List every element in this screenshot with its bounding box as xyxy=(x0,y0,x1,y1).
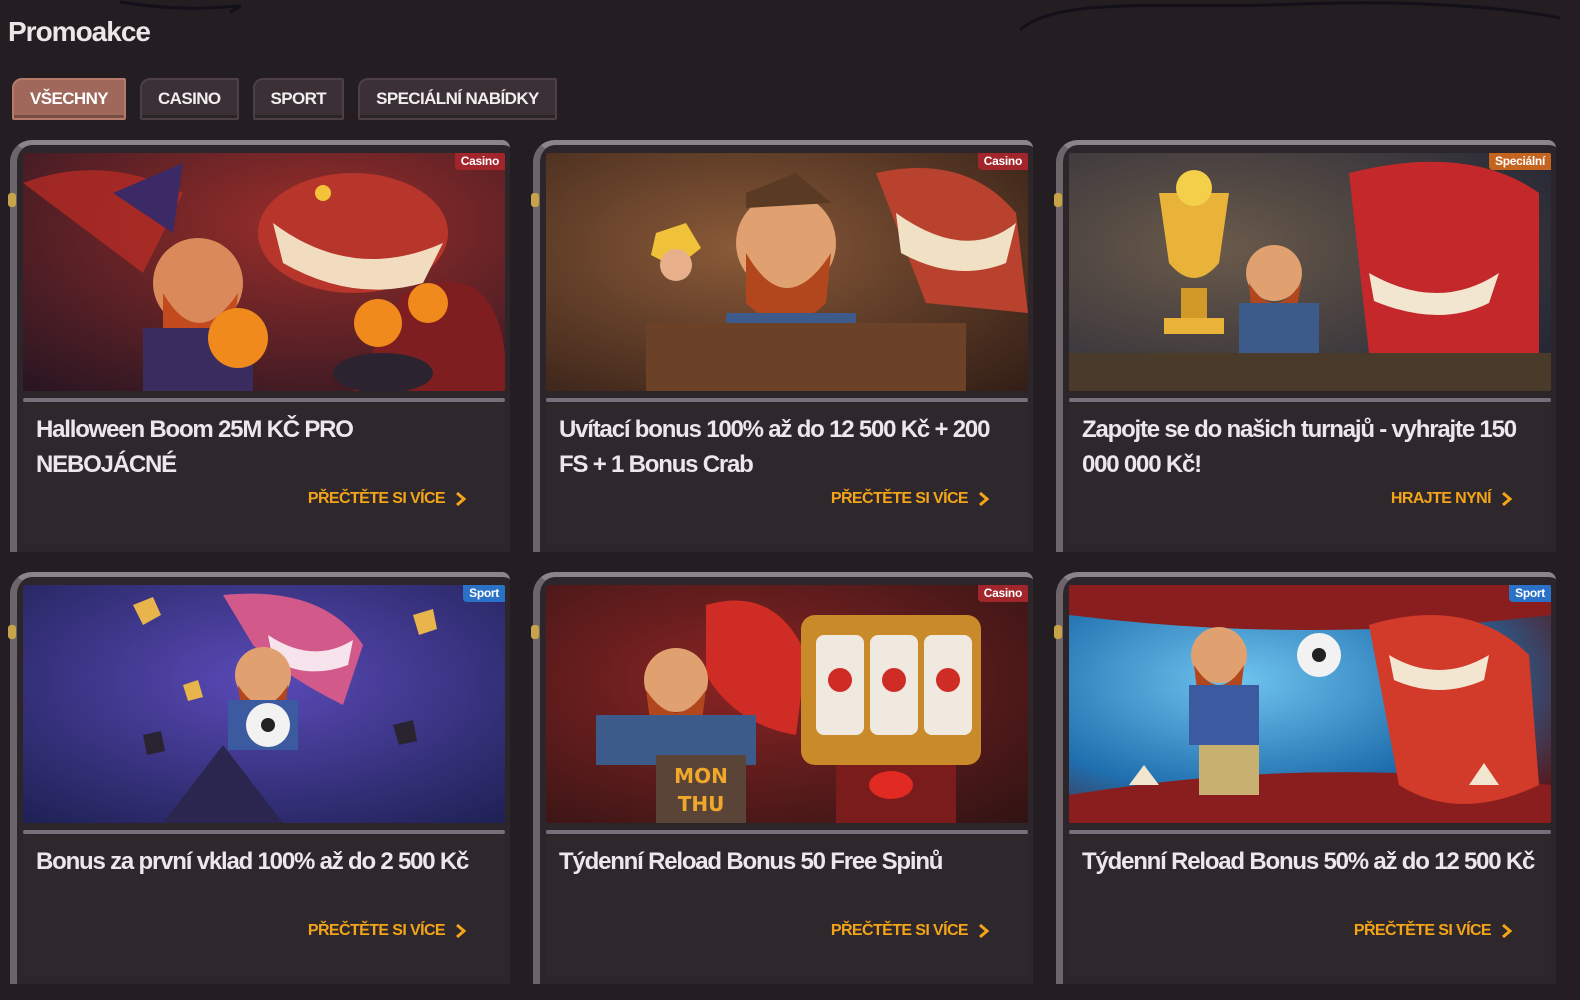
promo-card[interactable]: Speciální Zapojte se do našich turnajů -… xyxy=(1054,140,1556,552)
miner-football-purple-dragon-art xyxy=(23,585,505,823)
read-more-link[interactable]: PŘEČTĚTE SI VÍCE xyxy=(831,490,990,508)
promo-title: Uvítací bonus 100% až do 12 500 Kč + 200… xyxy=(559,416,990,478)
category-badge: Casino xyxy=(454,153,505,170)
promo-banner-image[interactable]: Sport xyxy=(23,585,505,823)
chevron-right-icon xyxy=(456,491,467,507)
read-more-link[interactable]: PŘEČTĚTE SI VÍCE xyxy=(1354,922,1513,940)
promo-card[interactable]: MON THU Casino Týdenní Reload Bonus 50 F… xyxy=(531,572,1033,984)
promo-banner-image[interactable]: Speciální xyxy=(1069,153,1551,391)
promo-title: Týdenní Reload Bonus 50 Free Spinů xyxy=(559,848,943,875)
read-more-link[interactable]: PŘEČTĚTE SI VÍCE xyxy=(308,922,467,940)
play-now-link[interactable]: HRAJTE NYNÍ xyxy=(1391,490,1513,508)
category-badge: Sport xyxy=(1509,585,1551,602)
tab-all[interactable]: VŠECHNY xyxy=(12,78,126,120)
promo-title: Bonus za první vklad 100% až do 2 500 Kč xyxy=(36,848,469,875)
chevron-right-icon xyxy=(979,923,990,939)
cta-label: PŘEČTĚTE SI VÍCE xyxy=(830,490,969,507)
mon-thu-sign-line2: THU xyxy=(678,792,725,816)
promo-banner-image[interactable]: Casino xyxy=(23,153,505,391)
cta-label: PŘEČTĚTE SI VÍCE xyxy=(307,922,446,939)
promo-filter-tabs: VŠECHNY CASINO SPORT SPECIÁLNÍ NABÍDKY xyxy=(12,78,557,120)
cta-label: HRAJTE NYNÍ xyxy=(1390,490,1492,507)
promo-title: Zapojte se do našich turnajů - vyhrajte … xyxy=(1082,416,1517,478)
read-more-link[interactable]: PŘEČTĚTE SI VÍCE xyxy=(831,922,990,940)
miner-football-dragon-mouth-art xyxy=(1069,585,1551,823)
mon-thu-sign-line1: MON xyxy=(674,764,728,788)
chevron-right-icon xyxy=(456,923,467,939)
tab-sport[interactable]: SPORT xyxy=(252,78,345,120)
cta-label: PŘEČTĚTE SI VÍCE xyxy=(307,490,446,507)
card-body: Týdenní Reload Bonus 50 Free Spinů PŘEČT… xyxy=(546,834,1028,976)
halloween-dragon-wizard-art xyxy=(23,153,505,391)
card-body: Halloween Boom 25M KČ PRO NEBOJÁCNÉ PŘEČ… xyxy=(23,402,505,544)
read-more-link[interactable]: PŘEČTĚTE SI VÍCE xyxy=(308,490,467,508)
golden-trophy-dragon-art xyxy=(1069,153,1551,391)
promo-card[interactable]: Sport Týdenní Reload Bonus 50% až do 12 … xyxy=(1054,572,1556,984)
card-body: Uvítací bonus 100% až do 12 500 Kč + 200… xyxy=(546,402,1028,544)
chevron-right-icon xyxy=(1502,923,1513,939)
chevron-right-icon xyxy=(1502,491,1513,507)
card-body: Zapojte se do našich turnajů - vyhrajte … xyxy=(1069,402,1551,544)
promo-title: Týdenní Reload Bonus 50% až do 12 500 Kč xyxy=(1082,848,1535,875)
category-badge: Speciální xyxy=(1489,153,1551,170)
promo-banner-image[interactable]: Sport xyxy=(1069,585,1551,823)
chevron-right-icon xyxy=(979,491,990,507)
tab-special-offers[interactable]: SPECIÁLNÍ NABÍDKY xyxy=(358,78,557,120)
promo-title: Halloween Boom 25M KČ PRO NEBOJÁCNÉ xyxy=(36,416,354,478)
background-swoosh xyxy=(119,0,1561,32)
cta-label: PŘEČTĚTE SI VÍCE xyxy=(830,922,969,939)
promo-banner-image[interactable]: Casino xyxy=(546,153,1028,391)
tab-casino[interactable]: CASINO xyxy=(140,78,239,120)
miner-gold-nugget-dragon-art xyxy=(546,153,1028,391)
page-title: Promoakce xyxy=(8,16,151,47)
promo-banner-image[interactable]: MON THU Casino xyxy=(546,585,1028,823)
promo-card[interactable]: Casino Uvítací bonus 100% až do 12 500 K… xyxy=(531,140,1033,552)
category-badge: Casino xyxy=(977,153,1028,170)
category-badge: Casino xyxy=(977,585,1028,602)
promo-card[interactable]: Casino Halloween Boom 25M KČ PRO NEBOJÁC… xyxy=(8,140,510,552)
card-body: Týdenní Reload Bonus 50% až do 12 500 Kč… xyxy=(1069,834,1551,976)
cta-label: PŘEČTĚTE SI VÍCE xyxy=(1353,922,1492,939)
miner-slot-machine-dragon-art: MON THU xyxy=(546,585,1028,823)
category-badge: Sport xyxy=(463,585,505,602)
card-body: Bonus za první vklad 100% až do 2 500 Kč… xyxy=(23,834,505,976)
promo-card[interactable]: Sport Bonus za první vklad 100% až do 2 … xyxy=(8,572,510,984)
